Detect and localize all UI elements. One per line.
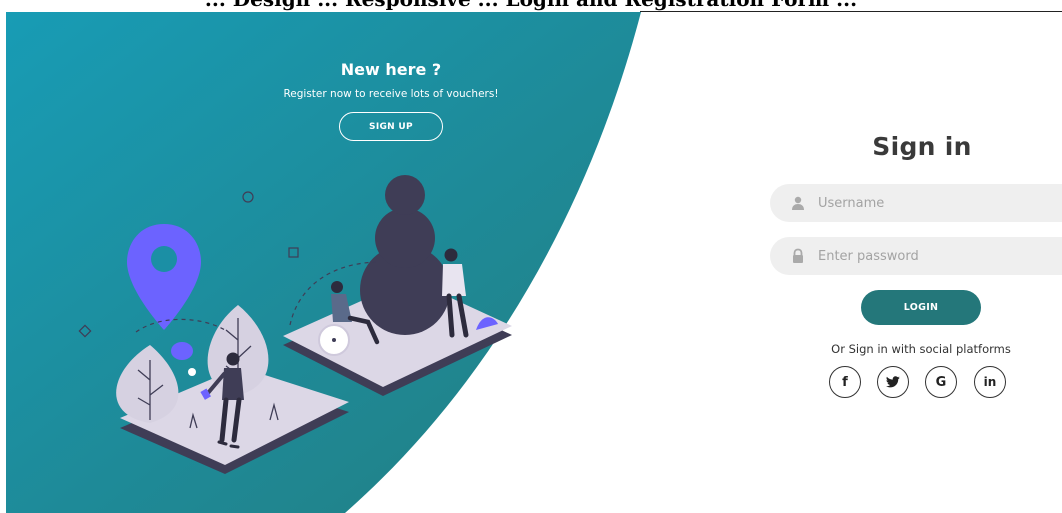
username-input[interactable]: [818, 184, 1048, 222]
lock-icon: [793, 248, 803, 263]
username-field[interactable]: [770, 184, 1062, 222]
linkedin-icon: in: [983, 375, 997, 389]
walking-person: [200, 352, 244, 449]
wheelchair-person: [318, 281, 380, 356]
signin-title: Sign in: [872, 132, 972, 161]
linkedin-button[interactable]: in: [974, 366, 1006, 398]
social-caption: Or Sign in with social platforms: [831, 342, 1011, 356]
login-button[interactable]: LOGIN: [861, 290, 981, 325]
password-field[interactable]: [770, 237, 1062, 275]
facebook-button[interactable]: f: [829, 366, 861, 398]
password-input[interactable]: [818, 237, 1048, 275]
map-pin-icon: [127, 224, 226, 376]
left-frame: [0, 12, 6, 513]
deco-circle: [242, 191, 254, 203]
google-button[interactable]: G: [925, 366, 957, 398]
deco-diamond: [78, 324, 92, 338]
top-divider: [640, 11, 1062, 12]
signup-button[interactable]: SIGN UP: [339, 112, 443, 141]
user-icon: [792, 196, 804, 210]
google-icon: G: [935, 374, 947, 390]
snowman: [289, 175, 450, 335]
left-leaves: [116, 305, 279, 429]
right-tile: [283, 279, 512, 396]
standing-person: [442, 248, 498, 338]
left-tile: [120, 367, 349, 474]
twitter-button[interactable]: [877, 366, 909, 398]
social-buttons: f G in: [829, 366, 1013, 400]
promo-panel: New here ? Register now to receive lots …: [270, 60, 512, 101]
twitter-icon: [886, 376, 900, 388]
promo-title: New here ?: [340, 60, 442, 79]
facebook-icon: f: [842, 374, 848, 390]
promo-text: Register now to receive lots of vouchers…: [283, 88, 499, 100]
deco-square: [288, 247, 299, 258]
